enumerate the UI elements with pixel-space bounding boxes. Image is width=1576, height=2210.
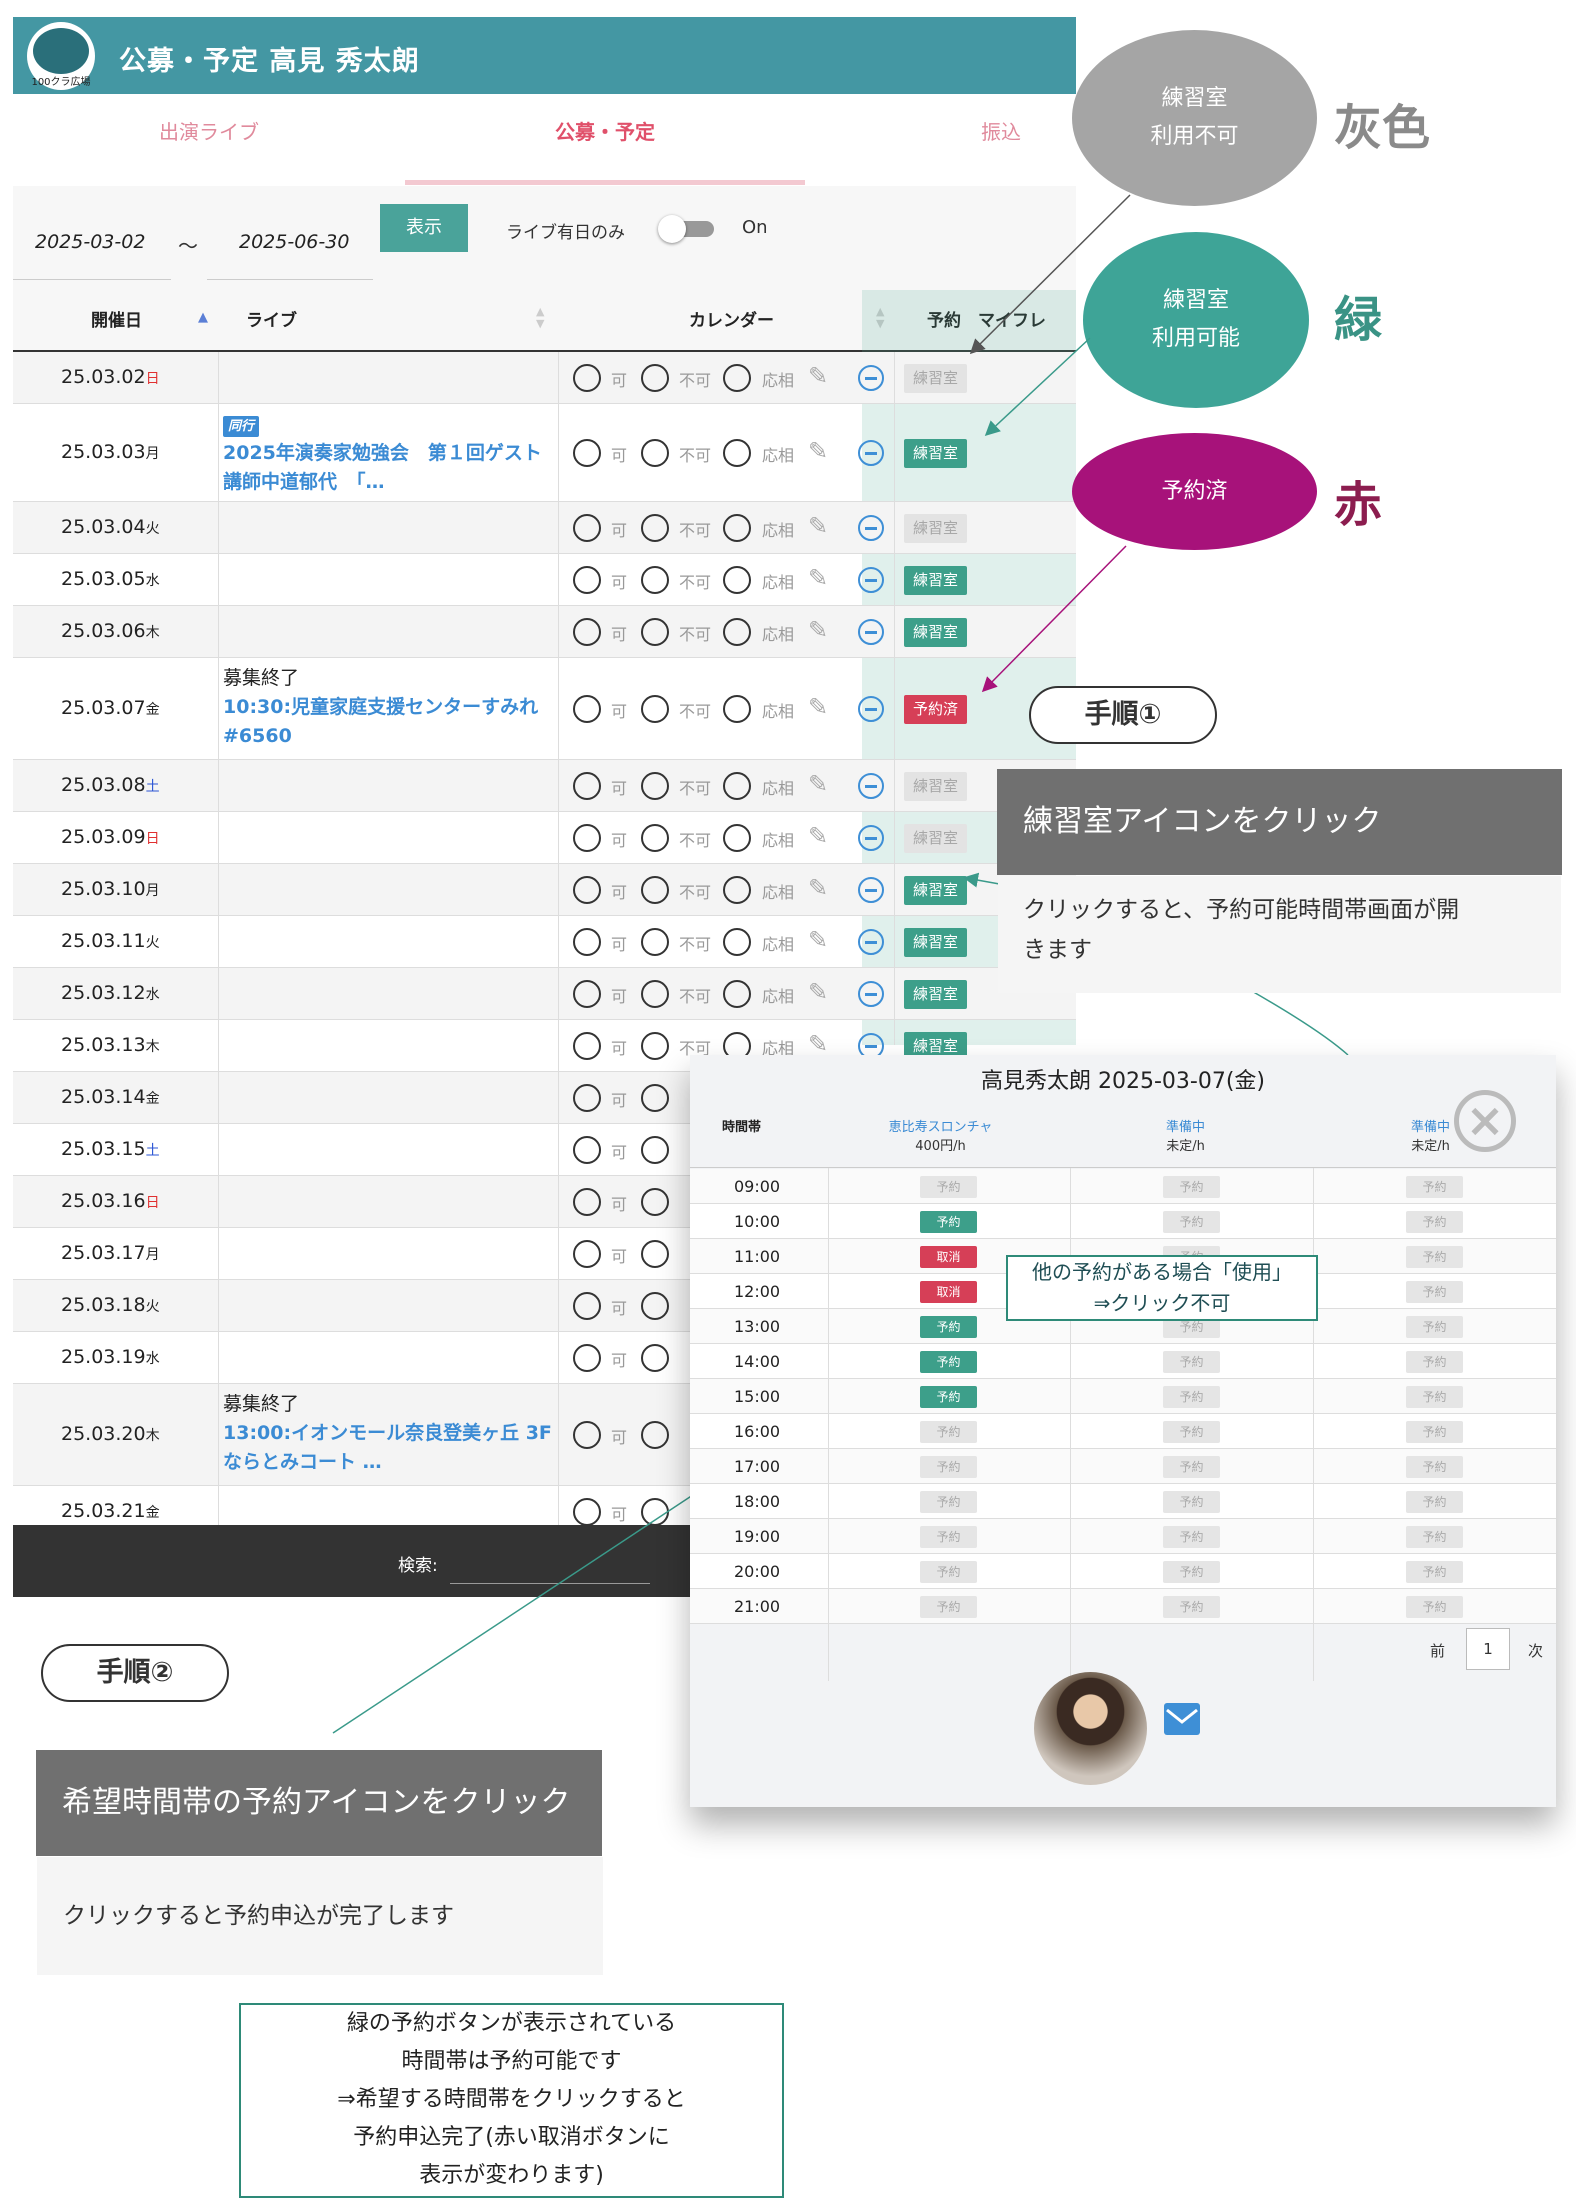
step1-pill: 手順① (1029, 686, 1217, 744)
mail-icon[interactable] (1164, 1703, 1200, 1735)
reserve-button: 予約 (1406, 1316, 1463, 1338)
reserve-button: 予約 (920, 1421, 977, 1443)
reserve-button: 予約 (1406, 1456, 1463, 1478)
time-slot-label: 13:00 (734, 1317, 781, 1336)
reserve-button: 予約 (920, 1561, 977, 1583)
note-used-line1: 他の予約がある場合「使用」 (1032, 1260, 1292, 1284)
reserve-button: 予約 (1163, 1526, 1220, 1548)
reserve-button[interactable]: 予約 (920, 1316, 977, 1338)
reserve-button: 予約 (1406, 1211, 1463, 1233)
reserve-button: 予約 (1406, 1386, 1463, 1408)
time-slot-label: 15:00 (734, 1387, 781, 1406)
time-slot-label: 14:00 (734, 1352, 781, 1371)
time-slot-label: 16:00 (734, 1422, 781, 1441)
reserve-button: 予約 (1163, 1561, 1220, 1583)
reserve-button: 予約 (1163, 1176, 1220, 1198)
note-used-slot: 他の予約がある場合「使用」 ⇒クリック不可 (1006, 1255, 1318, 1321)
pager-prev[interactable]: 前 (1430, 1640, 1445, 1661)
reserve-button: 予約 (1163, 1491, 1220, 1513)
reserve-button: 予約 (1406, 1526, 1463, 1548)
reservation-modal: 高見秀太朗 2025-03-07(金) × 時間帯 恵比寿スロンチャ 400円/… (690, 1055, 1556, 1807)
step2-pill: 手順② (41, 1644, 229, 1702)
time-slot-label: 19:00 (734, 1527, 781, 1546)
reserve-button: 予約 (920, 1491, 977, 1513)
time-slot-label: 09:00 (734, 1177, 781, 1196)
time-slot-label: 11:00 (734, 1247, 781, 1266)
reserve-button: 予約 (920, 1596, 977, 1618)
col-divider (1070, 1168, 1071, 1681)
step1-title: 練習室アイコンをクリック (997, 769, 1562, 875)
step2-title: 希望時間帯の予約アイコンをクリック (36, 1750, 602, 1856)
reserve-button: 予約 (1406, 1246, 1463, 1268)
reserve-button: 予約 (1406, 1176, 1463, 1198)
modal-rows: 09:00予約予約予約10:00予約予約予約11:00取消予約予約12:00取消… (690, 1055, 1556, 1695)
reserve-button: 予約 (1163, 1211, 1220, 1233)
reserve-button: 予約 (1406, 1281, 1463, 1303)
reserve-button: 予約 (920, 1456, 977, 1478)
col-divider (1313, 1168, 1314, 1681)
reserve-button: 予約 (1406, 1491, 1463, 1513)
note-green-line: 時間帯は予約可能です (401, 2049, 622, 2074)
time-slot-label: 21:00 (734, 1597, 781, 1616)
arrow-gray (969, 194, 1131, 355)
cancel-button[interactable]: 取消 (920, 1246, 977, 1268)
note-green-available: 緑の予約ボタンが表示されている 時間帯は予約可能です ⇒希望する時間帯をクリック… (239, 2003, 784, 2198)
step1-desc-line1: クリックすると、予約可能時間帯画面が開 (1023, 897, 1460, 923)
time-slot-label: 12:00 (734, 1282, 781, 1301)
time-slot-label: 18:00 (734, 1492, 781, 1511)
reserve-button[interactable]: 予約 (920, 1386, 977, 1408)
reserve-button: 予約 (1406, 1351, 1463, 1373)
pager-next[interactable]: 次 (1528, 1640, 1543, 1661)
note-green-line: ⇒希望する時間帯をクリックすると (337, 2087, 686, 2112)
reserve-button: 予約 (920, 1526, 977, 1548)
step2-desc: クリックすると予約申込が完了します (37, 1857, 603, 1975)
arrow-green (984, 337, 1091, 437)
note-used-line2: ⇒クリック不可 (1093, 1291, 1231, 1315)
note-green-line: 予約申込完了(赤い取消ボタンに (353, 2125, 670, 2150)
time-slot-label: 17:00 (734, 1457, 781, 1476)
reserve-button: 予約 (920, 1176, 977, 1198)
reserve-button: 予約 (1163, 1596, 1220, 1618)
reserve-button: 予約 (1163, 1421, 1220, 1443)
arrow-red (981, 545, 1127, 693)
step1-desc-line2: きます (1023, 937, 1092, 963)
reserve-button: 予約 (1163, 1456, 1220, 1478)
reserve-button[interactable]: 予約 (920, 1211, 977, 1233)
time-slot-label: 10:00 (734, 1212, 781, 1231)
arrow-step1-to-modal (1249, 989, 1349, 1056)
cancel-button[interactable]: 取消 (920, 1281, 977, 1303)
note-green-line: 表示が変わります) (419, 2163, 604, 2188)
pager-page[interactable]: 1 (1466, 1628, 1510, 1670)
note-green-line: 緑の予約ボタンが表示されている (346, 2011, 677, 2036)
reserve-button: 予約 (1163, 1351, 1220, 1373)
step1-desc: クリックすると、予約可能時間帯画面が開 きます (998, 876, 1561, 993)
reserve-button: 予約 (1406, 1561, 1463, 1583)
col-divider (828, 1168, 829, 1681)
avatar[interactable] (1034, 1672, 1147, 1785)
reserve-button[interactable]: 予約 (920, 1351, 977, 1373)
reserve-button: 予約 (1163, 1386, 1220, 1408)
reserve-button: 予約 (1406, 1421, 1463, 1443)
reserve-button: 予約 (1406, 1596, 1463, 1618)
time-slot-label: 20:00 (734, 1562, 781, 1581)
